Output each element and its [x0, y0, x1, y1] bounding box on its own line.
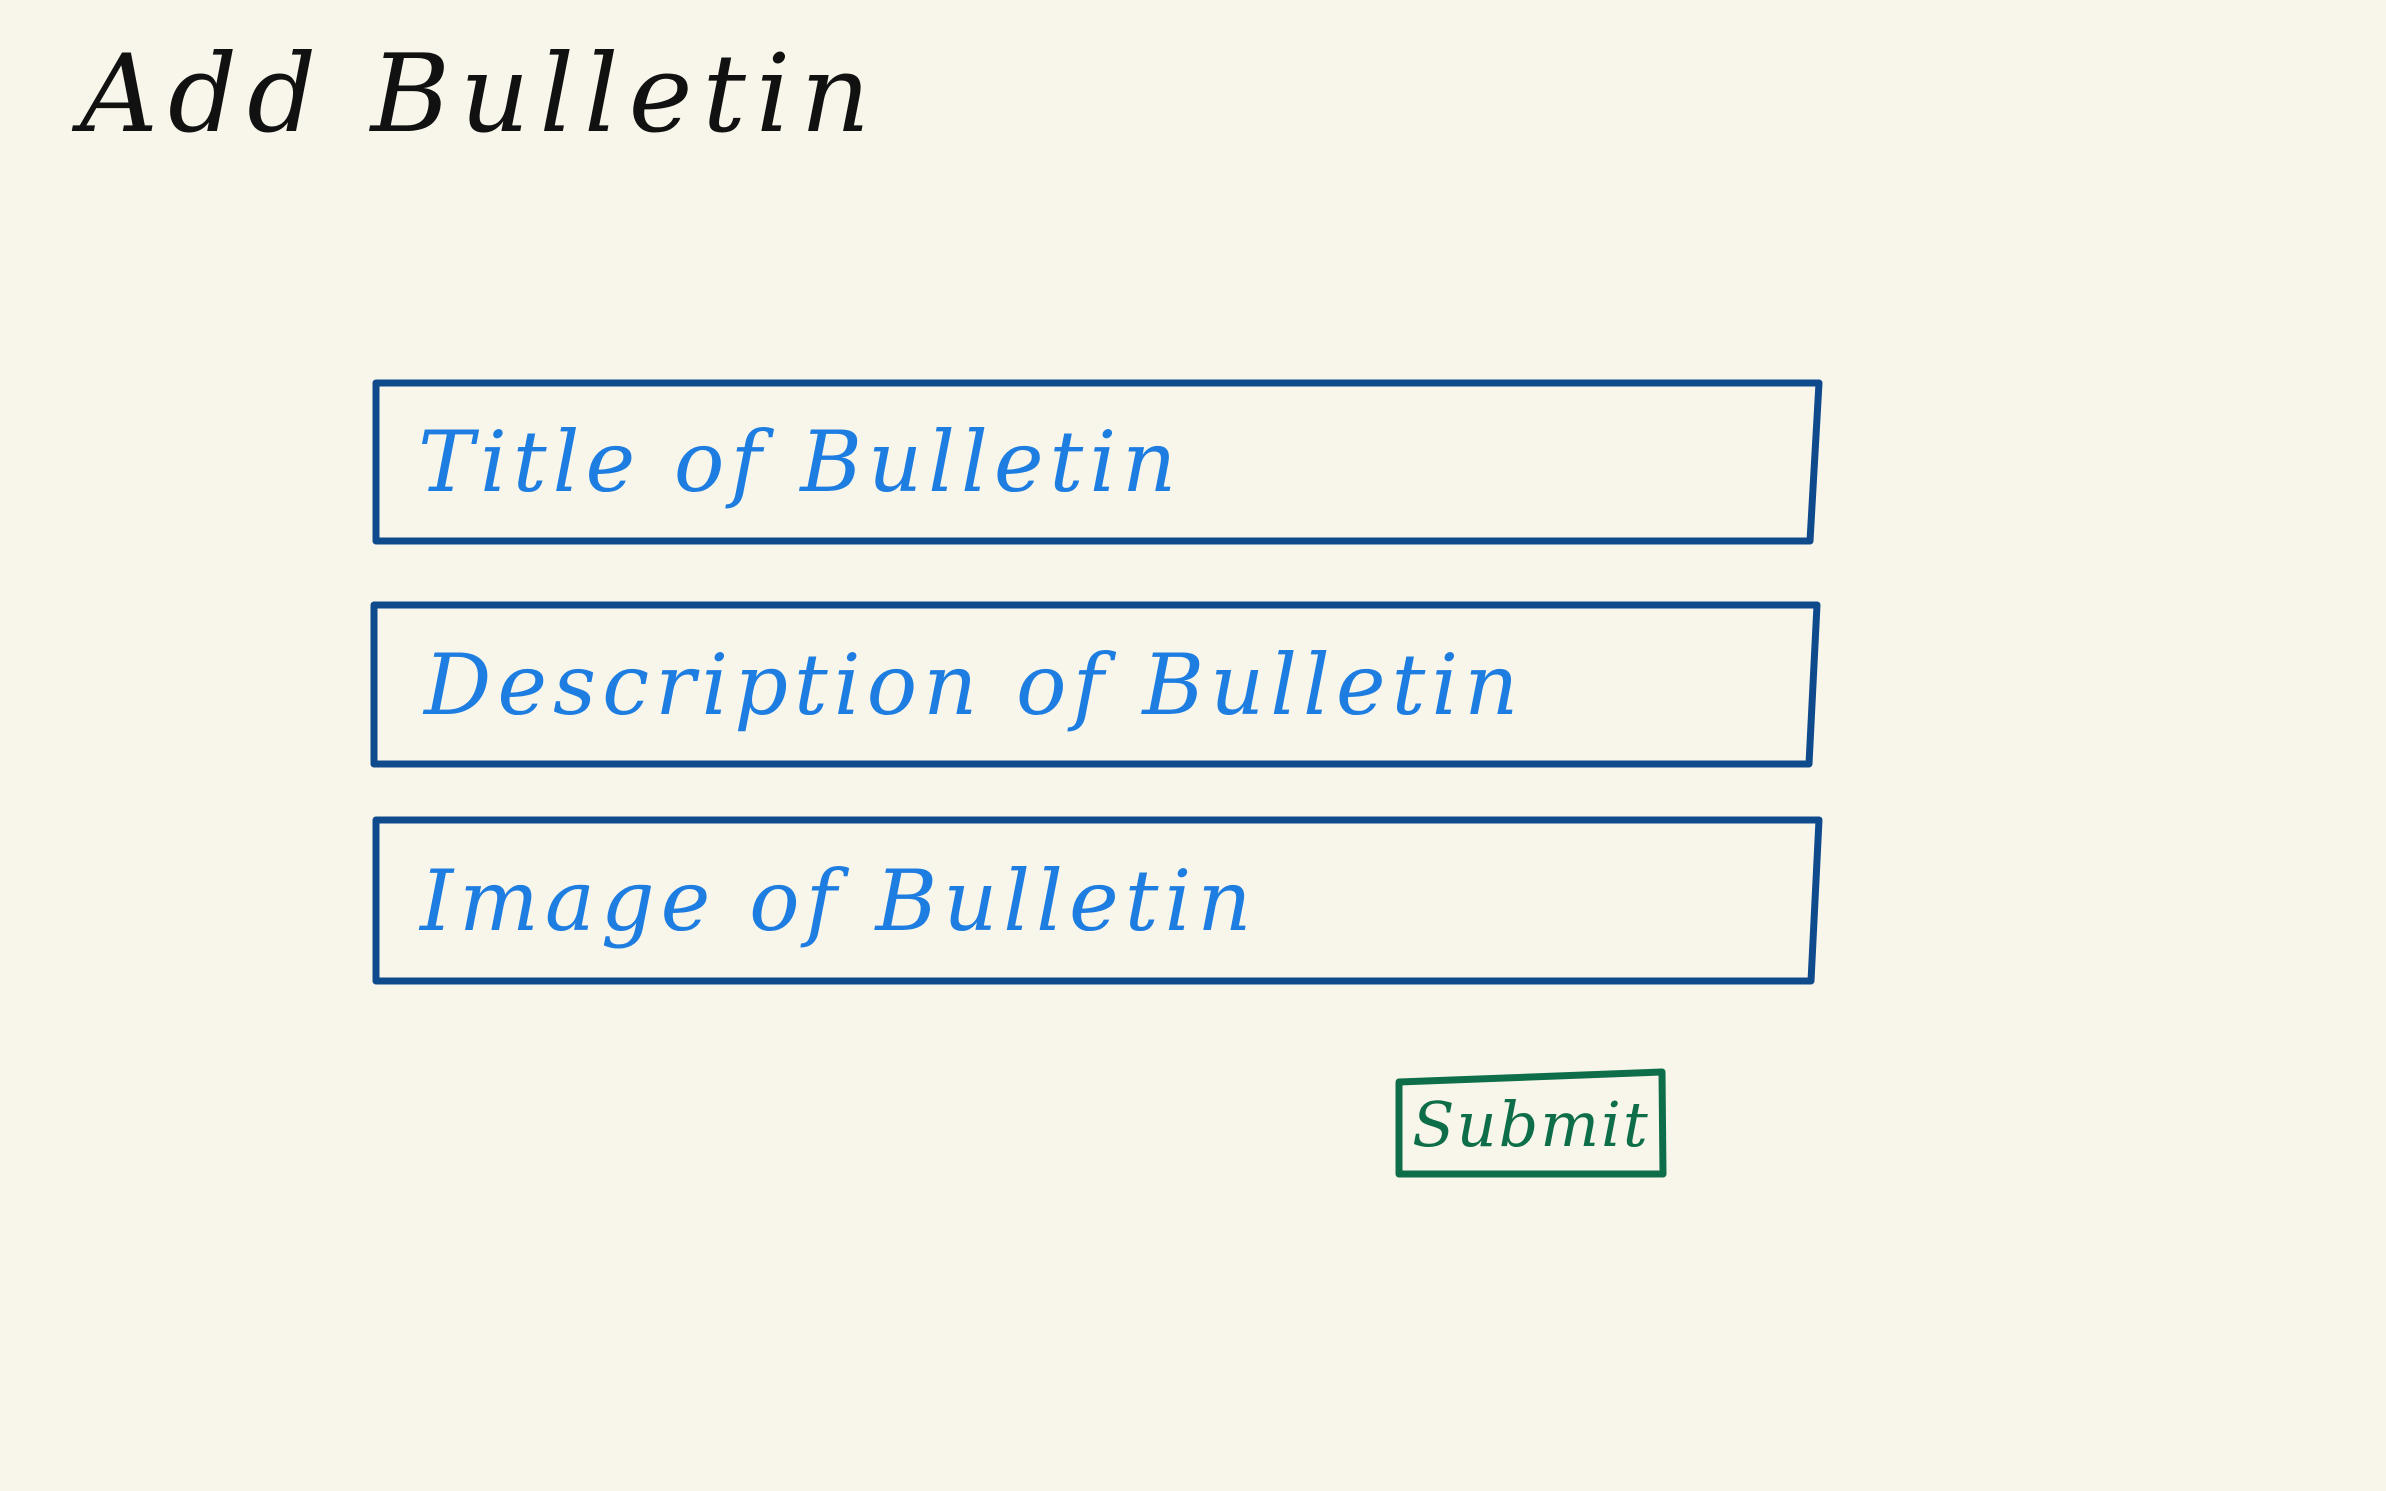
title-input[interactable]: Title of Bulletin — [376, 383, 1816, 541]
title-input-placeholder: Title of Bulletin — [418, 413, 1183, 511]
image-input[interactable]: Image of Bulletin — [376, 820, 1816, 981]
image-input-placeholder: Image of Bulletin — [420, 851, 1258, 950]
description-input[interactable]: Description of Bulletin — [374, 605, 1814, 764]
page-title: Add Bulletin — [80, 32, 881, 157]
submit-button-label: Submit — [1412, 1087, 1650, 1161]
submit-button[interactable]: Submit — [1399, 1074, 1663, 1174]
description-input-placeholder: Description of Bulletin — [424, 635, 1525, 734]
